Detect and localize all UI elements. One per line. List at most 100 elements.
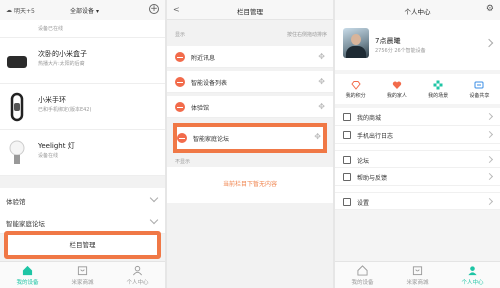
section-label: 智能家庭论坛 [6, 220, 45, 228]
device-name: 小米手环 [38, 96, 66, 104]
profile-card[interactable]: 7点晨曦 2756分 26个智能设备 [335, 20, 500, 70]
menu-item-label: 我的商城 [357, 115, 382, 122]
device-item[interactable]: 次卧的小米盒子 热播大片:太阳的后裔 [0, 38, 165, 84]
chevron-right-icon [485, 197, 494, 206]
section-item[interactable]: 附近讯息 ✥ [167, 46, 333, 68]
chevron-down-icon [149, 193, 159, 203]
home-icon [22, 265, 33, 275]
weather-widget[interactable]: ☁ 明天+5 [6, 6, 35, 15]
menu-item-label: 帮助与反馈 [357, 175, 388, 182]
drag-handle-icon[interactable]: ✥ [318, 77, 325, 87]
tab-mall[interactable]: 米家商城 [55, 262, 110, 288]
quick-family[interactable]: 我的家人 [376, 74, 417, 104]
add-device-button[interactable]: + [149, 4, 159, 14]
quick-label: 我的积分 [345, 92, 366, 99]
tab-profile[interactable]: 个人中心 [110, 262, 165, 288]
person-icon [133, 265, 142, 275]
menu-item-mall[interactable]: 我的商城 [335, 108, 500, 126]
page-title: 个人中心 [404, 8, 431, 16]
section-item-label: 智能家庭论坛 [193, 136, 230, 143]
empty-message: 当前栏目下暂无内容 [167, 167, 333, 203]
quick-share[interactable]: 设备共享 [459, 74, 500, 104]
hidden-section-header: 不显示 [175, 159, 191, 165]
bottom-tab-bar: 我的设备 米家商城 个人中心 [335, 261, 500, 288]
chat-icon [343, 156, 351, 164]
section-item[interactable]: 智能设备列表 ✥ [167, 71, 333, 93]
weather-icon: ☁ [6, 7, 12, 14]
device-status: 热播大片:太阳的后裔 [38, 61, 85, 67]
device-name: 次卧的小米盒子 [38, 50, 87, 58]
menu-item-travel-log[interactable]: 手机出行日志 [335, 126, 500, 144]
bottom-tab-bar: 我的设备 米家商城 个人中心 [0, 261, 165, 288]
chevron-down-icon [149, 215, 159, 225]
home-icon [357, 264, 368, 276]
device-status: 设备已在线 [38, 26, 64, 32]
weather-text: 明天+5 [14, 8, 35, 15]
mi-box-icon [7, 56, 27, 68]
tab-label: 我的设备 [16, 279, 39, 286]
remove-icon[interactable] [175, 102, 185, 112]
manage-top-bar: < 栏目管理 [167, 0, 333, 20]
heart-icon [392, 80, 402, 89]
person-icon [468, 265, 477, 275]
tab-label: 个人中心 [126, 279, 149, 286]
mi-band-icon [10, 92, 24, 122]
quick-scenes[interactable]: 我的场景 [418, 74, 459, 104]
section-item-label: 智能设备列表 [191, 80, 228, 87]
tab-mall[interactable]: 米家商城 [390, 262, 445, 288]
highlighted-section-item[interactable]: 智能家庭论坛 ✥ [173, 123, 327, 153]
remove-icon[interactable] [175, 52, 185, 62]
all-devices-dropdown[interactable]: 全部设备 ▾ [70, 6, 99, 15]
section-item-label: 附近讯息 [191, 55, 216, 62]
tab-my-devices[interactable]: 我的设备 [335, 262, 390, 288]
profile-info: 2756分 26个智能设备 [375, 48, 426, 54]
menu-item-label: 设置 [357, 200, 370, 207]
remove-icon[interactable] [177, 133, 187, 143]
diamond-icon [350, 80, 361, 90]
device-list: 设备已在线 次卧的小米盒子 热播大片:太阳的后裔 小米手环 已和手机绑定(版本E… [0, 20, 165, 176]
tab-label: 米家商城 [406, 279, 429, 286]
menu-item-forum[interactable]: 论坛 [335, 150, 500, 168]
tab-profile[interactable]: 个人中心 [445, 262, 500, 288]
chevron-right-icon [484, 38, 494, 48]
manage-sections-button[interactable]: 栏目管理 [4, 231, 161, 259]
store-icon [343, 113, 351, 121]
avatar[interactable] [343, 28, 369, 58]
device-item[interactable]: 设备已在线 [0, 20, 165, 38]
all-devices-label: 全部设备 [70, 8, 95, 15]
quick-label: 我的家人 [386, 92, 407, 99]
drag-handle-icon[interactable]: ✥ [318, 52, 325, 62]
chevron-right-icon [485, 112, 494, 121]
quick-label: 我的场景 [428, 92, 449, 99]
drag-hint: 按住右侧拖动排序 [286, 32, 327, 38]
menu-item-help[interactable]: 帮助与反馈 [335, 168, 500, 186]
drag-handle-icon[interactable]: ✥ [314, 132, 321, 141]
device-item[interactable]: 小米手环 已和手机绑定(版本E42) [0, 84, 165, 130]
devices-screen: ☁ 明天+5 全部设备 ▾ + 设备已在线 次卧的小米盒子 热播大片:太阳的后裔… [0, 0, 165, 288]
section-item[interactable]: 体验馆 ✥ [167, 96, 333, 118]
tab-label: 米家商城 [71, 279, 94, 286]
profile-menu: 我的商城 手机出行日志 论坛 帮助与反馈 设置 [335, 108, 500, 210]
drag-handle-icon[interactable]: ✥ [318, 102, 325, 112]
section-row-experience[interactable]: 体验馆 [0, 188, 165, 212]
tab-label: 我的设备 [351, 279, 374, 286]
help-icon [343, 173, 351, 181]
devices-top-bar: ☁ 明天+5 全部设备 ▾ + [0, 0, 165, 20]
device-item[interactable]: Yeelight 灯 设备在线 [0, 130, 165, 176]
store-icon [412, 265, 423, 275]
chevron-right-icon [485, 172, 494, 181]
section-item-label: 体验馆 [191, 105, 210, 112]
remove-icon[interactable] [175, 77, 185, 87]
tab-my-devices[interactable]: 我的设备 [0, 262, 55, 288]
gear-icon[interactable]: ⚙ [486, 4, 494, 14]
phone-icon [343, 131, 351, 139]
store-icon [77, 265, 88, 275]
chevron-right-icon [485, 155, 494, 164]
manage-sections-screen: < 栏目管理 显示 按住右侧拖动排序 附近讯息 ✥ 智能设备列表 ✥ 体验馆 ✥… [167, 0, 333, 288]
device-status: 设备在线 [38, 153, 59, 159]
menu-item-settings[interactable]: 设置 [335, 192, 500, 210]
tab-label: 个人中心 [461, 279, 484, 286]
profile-screen: 个人中心 ⚙ 7点晨曦 2756分 26个智能设备 我的积分 我的家人 我的场景… [335, 0, 500, 288]
quick-points[interactable]: 我的积分 [335, 74, 376, 104]
chevron-down-icon: ▾ [95, 8, 99, 15]
